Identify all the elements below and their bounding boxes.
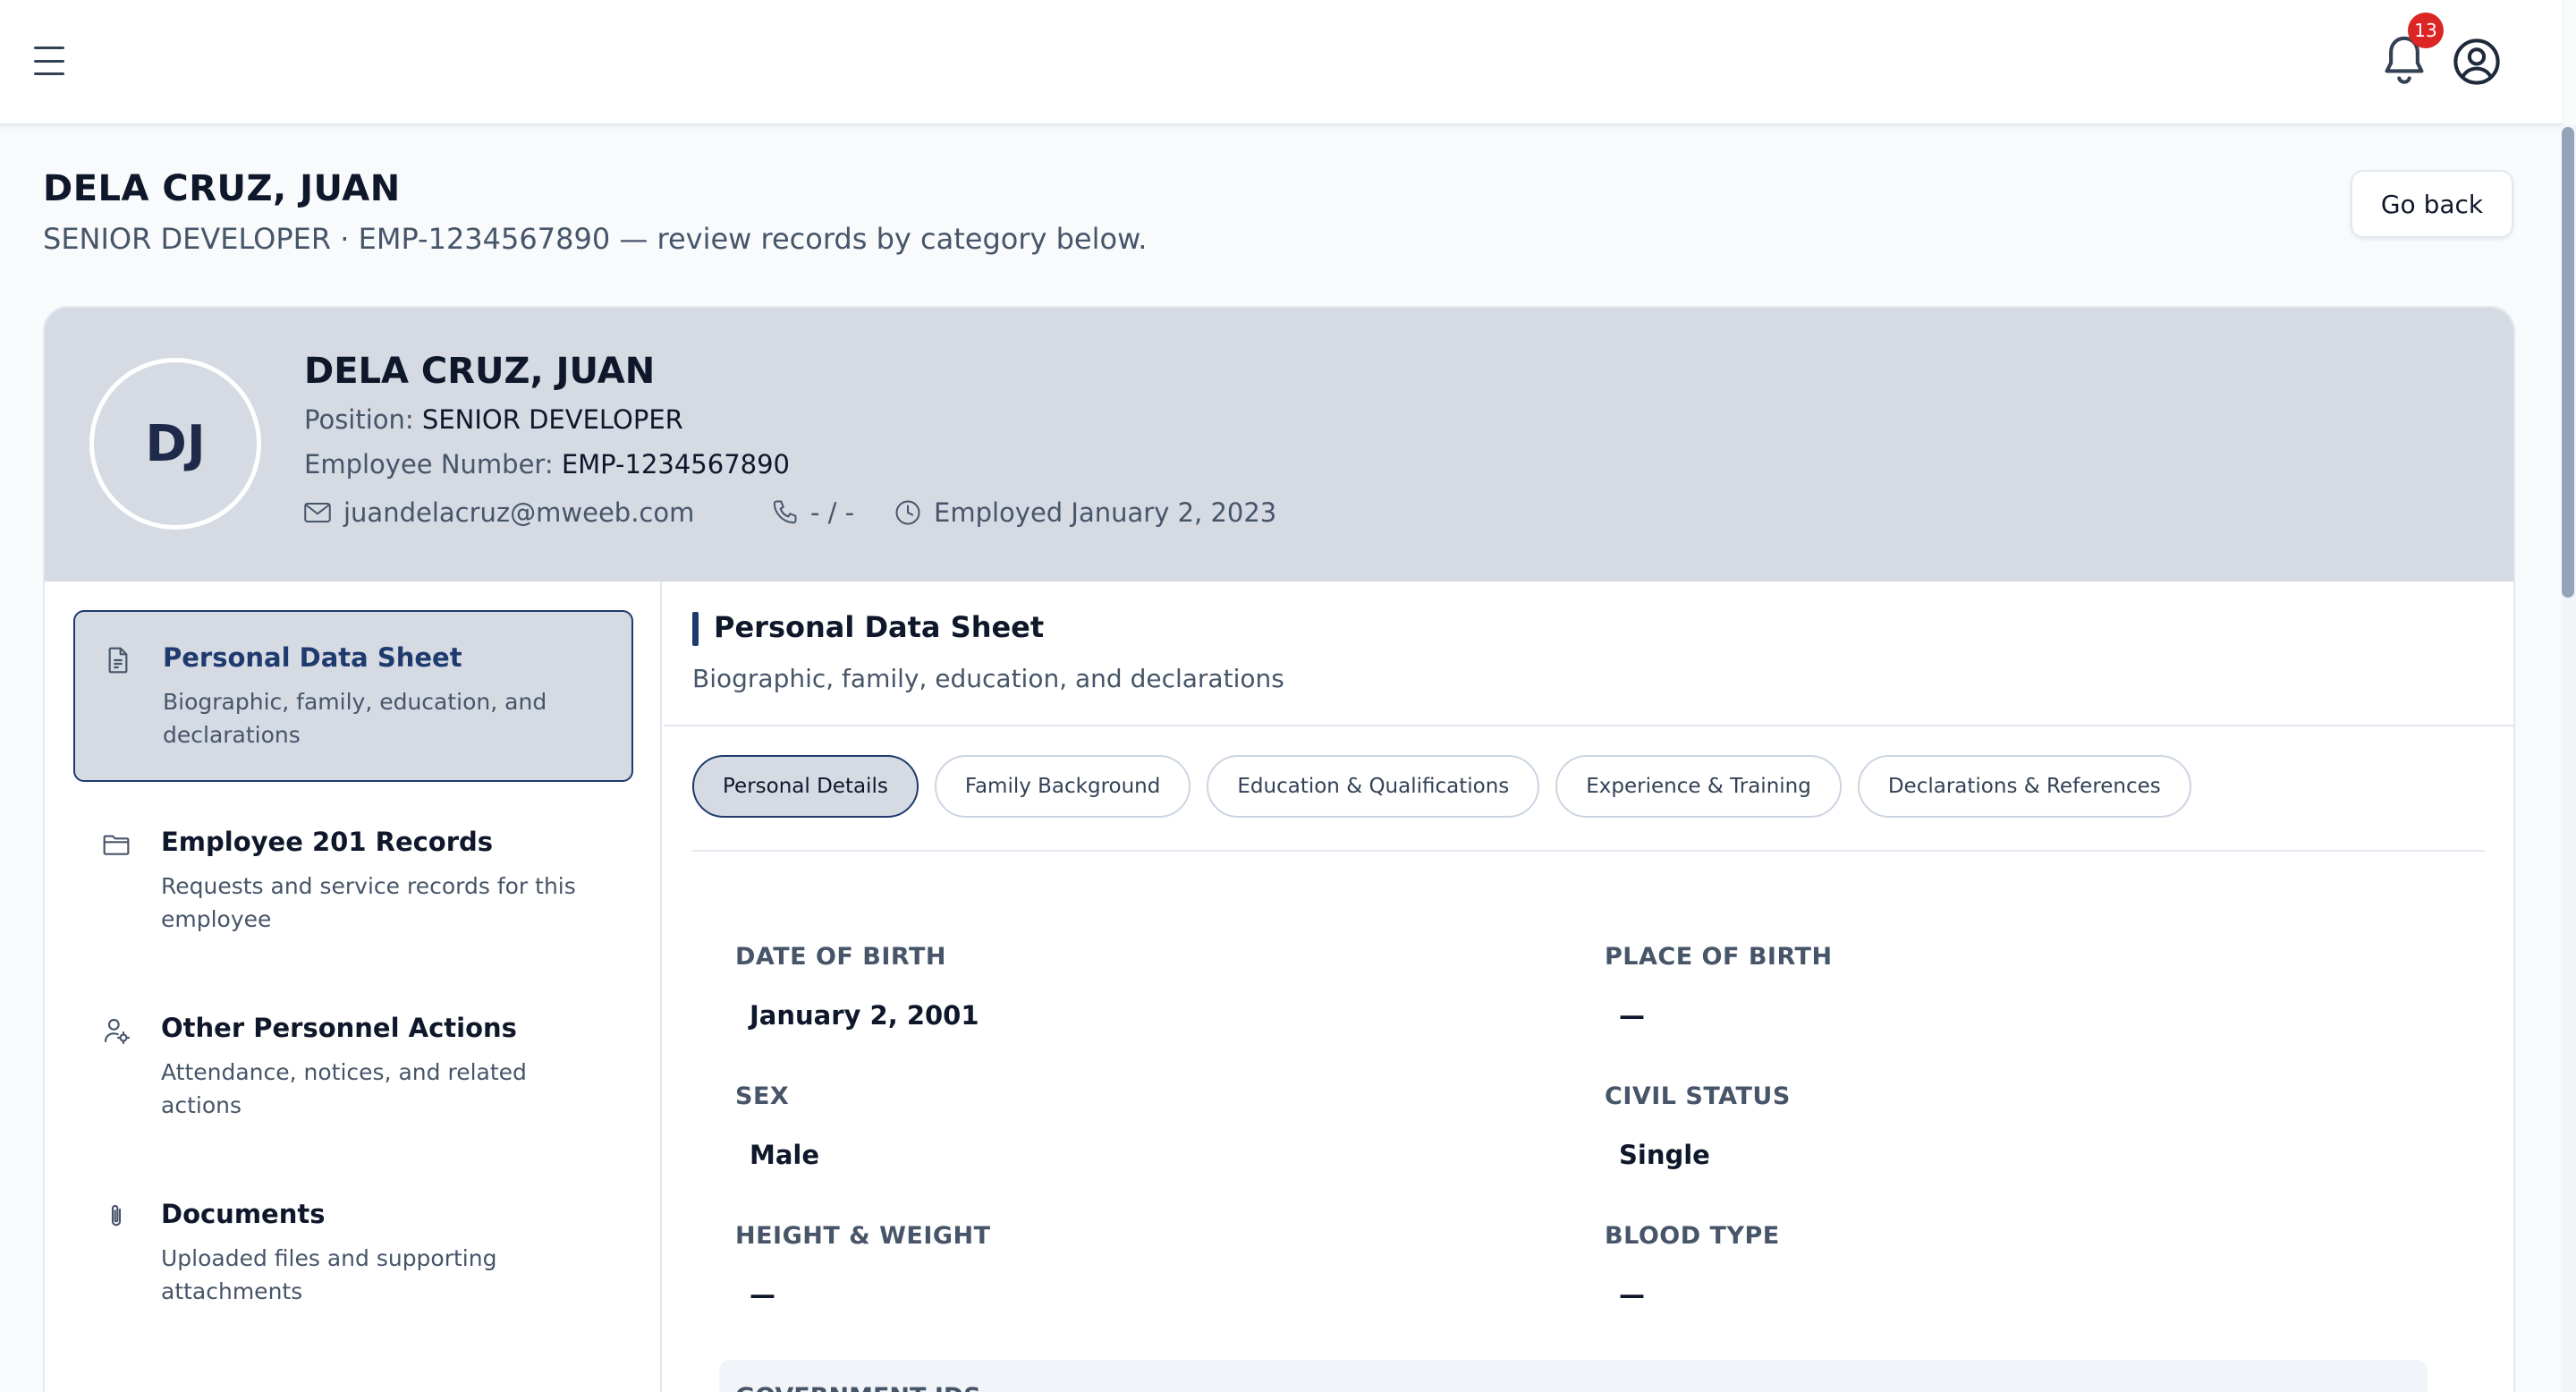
height-weight-label: HEIGHT & WEIGHT [735,1222,991,1250]
avatar: DJ [89,358,261,530]
notification-badge: 13 [2408,13,2444,48]
user-gear-icon [104,1018,131,1045]
blood-type-value: — [1619,1279,1645,1310]
place-of-birth-value: — [1619,1000,1645,1031]
date-of-birth-label: DATE OF BIRTH [735,943,946,971]
paperclip-icon [111,1205,122,1226]
section-accent-bar [692,612,699,646]
profile-header: DJ DELA CRUZ, JUAN Position: SENIOR DEVE… [45,308,2513,581]
section-content: Personal Data Sheet Biographic, family, … [664,581,2513,1392]
nav-item-personal-data-sheet[interactable]: Personal Data Sheet Biographic, family, … [73,610,633,782]
phone-text: - / - [810,497,855,528]
go-back-button[interactable]: Go back [2351,170,2513,238]
nav-item-description: Uploaded files and supporting attachment… [161,1245,497,1304]
sex-value: Male [750,1140,820,1170]
scrollbar-thumb[interactable] [2562,127,2574,598]
profile-employee-number: Employee Number: EMP-1234567890 [304,449,790,480]
phone-icon [773,500,797,524]
date-of-birth-value: January 2, 2001 [750,1000,979,1031]
position-label: Position: [304,404,414,435]
place-of-birth-label: PLACE OF BIRTH [1605,943,1833,971]
tabs-divider [692,850,2485,852]
email-text: juandelacruz@mweeb.com [343,497,695,528]
employed-text: Employed January 2, 2023 [934,497,1277,528]
sex-label: SEX [735,1082,790,1110]
account-icon[interactable] [2453,38,2501,86]
tab-declarations-references[interactable]: Declarations & References [1857,755,2191,818]
section-title: Personal Data Sheet [714,610,1045,644]
employee-card: DJ DELA CRUZ, JUAN Position: SENIOR DEVE… [43,306,2515,1392]
civil-status-label: CIVIL STATUS [1605,1082,1791,1110]
pds-tabs: Personal Details Family Background Educa… [692,755,2191,818]
section-divider [664,725,2513,726]
folder-icon [103,835,130,855]
nav-item-employee-201-records[interactable]: Employee 201 Records Requests and servic… [73,796,633,968]
position-value: SENIOR DEVELOPER [421,404,683,435]
page-subtitle: SENIOR DEVELOPER · EMP-1234567890 — revi… [43,222,1148,256]
nav-item-other-personnel-actions[interactable]: Other Personnel Actions Attendance, noti… [73,982,633,1154]
top-bar: 13 [0,0,2562,125]
page-title: DELA CRUZ, JUAN [43,168,401,209]
menu-icon[interactable] [34,47,70,75]
nav-item-description: Biographic, family, education, and decla… [163,689,547,748]
employee-number-label: Employee Number: [304,449,554,480]
profile-phone: - / - [771,497,854,528]
nav-item-documents[interactable]: Documents Uploaded files and supporting … [73,1168,633,1340]
nav-item-title: Personal Data Sheet [163,642,462,673]
nav-item-title: Documents [161,1199,326,1229]
height-weight-value: — [750,1279,775,1310]
profile-position: Position: SENIOR DEVELOPER [304,404,683,435]
civil-status-value: Single [1619,1140,1710,1170]
profile-name: DELA CRUZ, JUAN [304,351,656,392]
document-icon [108,647,128,674]
tab-family-background[interactable]: Family Background [934,755,1191,818]
blood-type-label: BLOOD TYPE [1605,1222,1780,1250]
government-ids-section: GOVERNMENT IDS [719,1360,2428,1392]
nav-item-title: Other Personnel Actions [161,1013,517,1043]
tab-experience-training[interactable]: Experience & Training [1555,755,1842,818]
section-description: Biographic, family, education, and decla… [692,664,1284,693]
profile-employed: Employed January 2, 2023 [894,497,1276,528]
employee-number-value: EMP-1234567890 [561,449,790,480]
nav-item-title: Employee 201 Records [161,827,494,857]
clock-icon [895,500,920,525]
nav-item-description: Attendance, notices, and related actions [161,1059,527,1118]
tab-personal-details[interactable]: Personal Details [692,755,919,818]
nav-item-description: Requests and service records for this em… [161,873,576,932]
profile-email[interactable]: juandelacruz@mweeb.com [304,497,694,528]
government-ids-label: GOVERNMENT IDS [735,1383,981,1392]
category-nav: Personal Data Sheet Biographic, family, … [45,581,662,1392]
mail-icon [304,503,331,522]
tab-education-qualifications[interactable]: Education & Qualifications [1207,755,1540,818]
